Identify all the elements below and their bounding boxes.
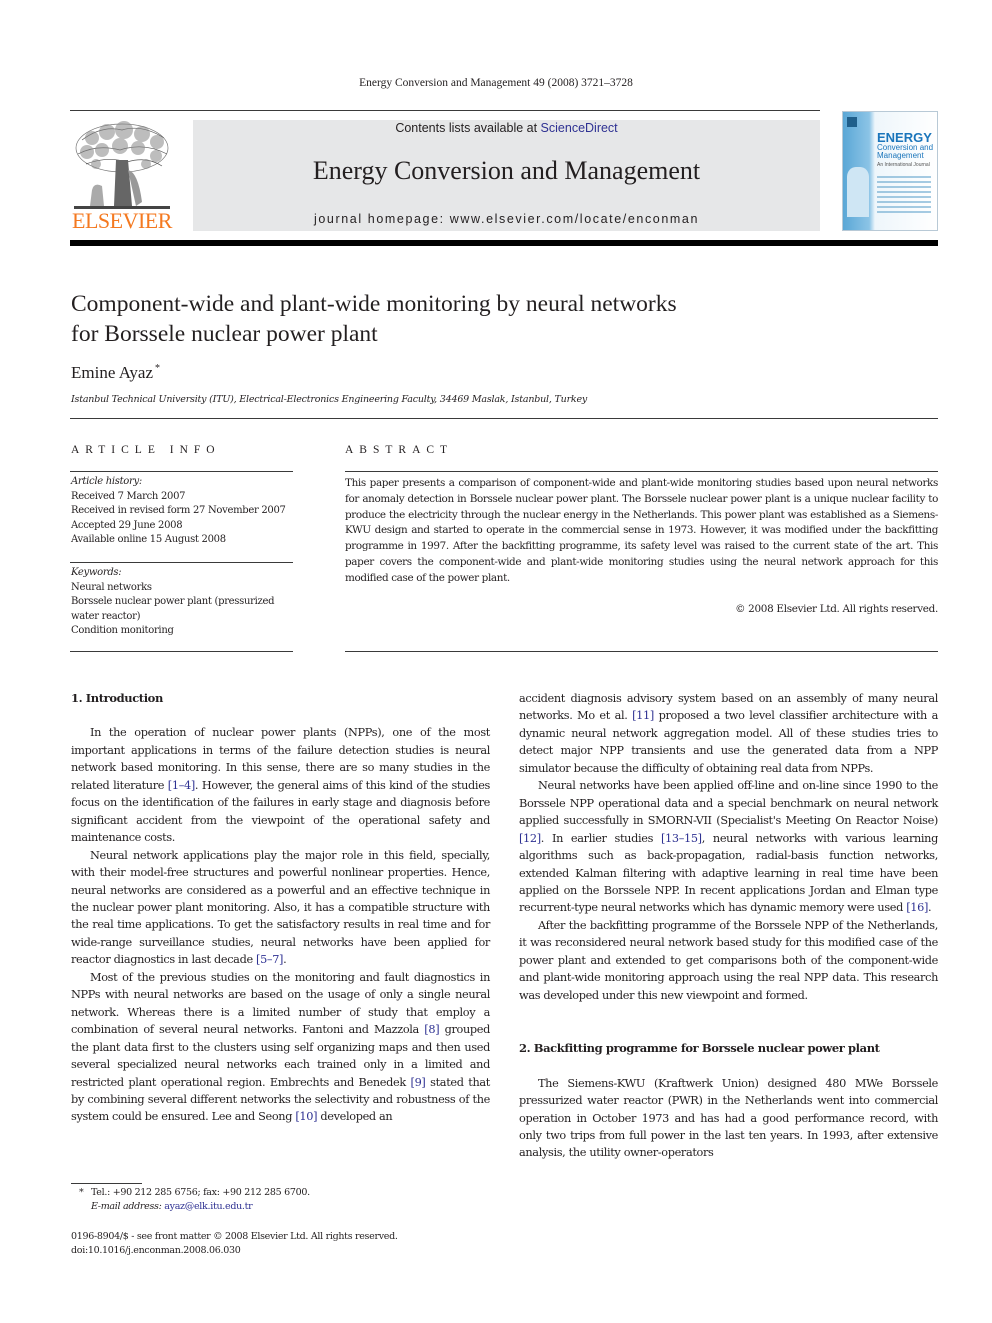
abstract-rule — [345, 651, 938, 652]
contents-line: Contents lists available at ScienceDirec… — [193, 121, 820, 135]
affiliation: Istanbul Technical University (ITU), Ele… — [71, 394, 588, 405]
cover-tagline: An International Journal — [877, 162, 930, 168]
paragraph: Most of the previous studies on the moni… — [71, 970, 491, 1124]
cover-contents-list — [877, 176, 931, 216]
journal-homepage-link[interactable]: journal homepage: www.elsevier.com/locat… — [193, 212, 820, 226]
cooling-tower-icon — [847, 167, 869, 217]
elsevier-tree-icon — [72, 120, 172, 212]
citation-link[interactable]: [13–15] — [661, 832, 702, 845]
body-column-left: 1. Introduction In the operation of nucl… — [71, 690, 490, 1126]
paragraph-continued: accident diagnosis advisory system based… — [519, 692, 938, 775]
article-info-heading: ARTICLE INFO — [71, 444, 221, 456]
abstract-rule — [345, 471, 938, 472]
journal-title: Energy Conversion and Management — [312, 156, 701, 185]
author-name: Emine Ayaz — [71, 363, 153, 382]
paragraph: Neural networks have been applied off-li… — [519, 779, 938, 915]
paragraph: After the backfitting programme of the B… — [519, 918, 938, 1002]
sciencedirect-link[interactable]: ScienceDirect — [541, 121, 618, 135]
history-item: Received in revised form 27 November 200… — [71, 505, 286, 516]
history-item: Accepted 29 June 2008 — [71, 519, 183, 531]
header-rule — [70, 110, 820, 111]
keywords-label: Keywords: — [71, 567, 122, 578]
masthead-thick-rule — [70, 240, 938, 246]
info-rule — [70, 562, 293, 563]
email-label: E-mail address: — [91, 1201, 162, 1212]
cover-publisher-icon — [847, 117, 857, 127]
paper-title: Component-wide and plant-wide monitoring… — [71, 291, 677, 347]
contents-prefix: Contents lists available at — [395, 121, 541, 135]
affiliation-rule — [70, 418, 938, 419]
citation-link[interactable]: [16] — [906, 901, 928, 914]
paragraph: Neural network applications play the maj… — [71, 848, 490, 967]
elsevier-wordmark: ELSEVIER — [72, 208, 172, 233]
keyword-item: Neural networks — [71, 581, 152, 593]
cover-subtitle: Conversion and Management — [877, 143, 934, 160]
elsevier-logo[interactable]: ELSEVIER — [70, 120, 174, 233]
paragraph: The Siemens-KWU (Kraftwerk Union) design… — [519, 1076, 938, 1160]
email-link[interactable]: ayaz@elk.itu.edu.tr — [164, 1201, 252, 1212]
keyword-item: Condition monitoring — [71, 625, 174, 636]
paragraph: In the operation of nuclear power plants… — [71, 726, 490, 845]
keyword-item: Borssele nuclear power plant (pressurize… — [71, 596, 275, 622]
doi[interactable]: doi:10.1016/j.enconman.2008.06.030 — [71, 1244, 398, 1258]
section-heading: 2. Backfitting programme for Borssele nu… — [519, 1041, 880, 1056]
info-rule — [70, 651, 293, 652]
footnote-rule — [71, 1183, 142, 1184]
citation-link[interactable]: [10] — [295, 1110, 317, 1123]
contact-info: Tel.: +90 212 285 6756; fax: +90 212 285… — [91, 1187, 310, 1198]
keywords: Keywords: Neural networks Borssele nucle… — [71, 566, 296, 639]
journal-cover-thumbnail[interactable]: ENERGY Conversion and Management An Inte… — [842, 111, 938, 231]
author-footnote-mark[interactable]: * — [155, 363, 160, 374]
body-column-right: accident diagnosis advisory system based… — [519, 690, 938, 1162]
citation-link[interactable]: [8] — [424, 1023, 439, 1036]
citation-link[interactable]: [11] — [632, 709, 654, 722]
running-head: Energy Conversion and Management 49 (200… — [359, 77, 633, 89]
author-footnote: * Tel.: +90 212 285 6756; fax: +90 212 28… — [79, 1186, 310, 1214]
citation-link[interactable]: [5–7] — [256, 953, 283, 966]
history-item: Available online 15 August 2008 — [71, 534, 226, 545]
abstract-text: This paper presents a comparison of comp… — [345, 477, 938, 584]
article-history: Article history: Received 7 March 2007 R… — [71, 475, 296, 548]
abstract-heading: ABSTRACT — [345, 444, 454, 456]
citation-link[interactable]: [9] — [411, 1076, 426, 1089]
journal-masthead: Contents lists available at ScienceDirec… — [193, 120, 820, 231]
history-item: Received 7 March 2007 — [71, 490, 186, 502]
author: Emine Ayaz * — [71, 363, 160, 383]
info-rule — [70, 471, 293, 472]
footnote-mark: * — [79, 1187, 84, 1198]
issn-line: 0196-8904/$ - see front matter © 2008 El… — [71, 1231, 398, 1242]
abstract-copyright: © 2008 Elsevier Ltd. All rights reserved… — [735, 603, 938, 615]
history-label: Article history: — [71, 476, 142, 487]
citation-link[interactable]: [12] — [519, 832, 541, 845]
citation-link[interactable]: [1–4] — [168, 779, 195, 792]
section-heading: 1. Introduction — [71, 691, 163, 705]
issn-doi-block: 0196-8904/$ - see front matter © 2008 El… — [71, 1230, 398, 1258]
